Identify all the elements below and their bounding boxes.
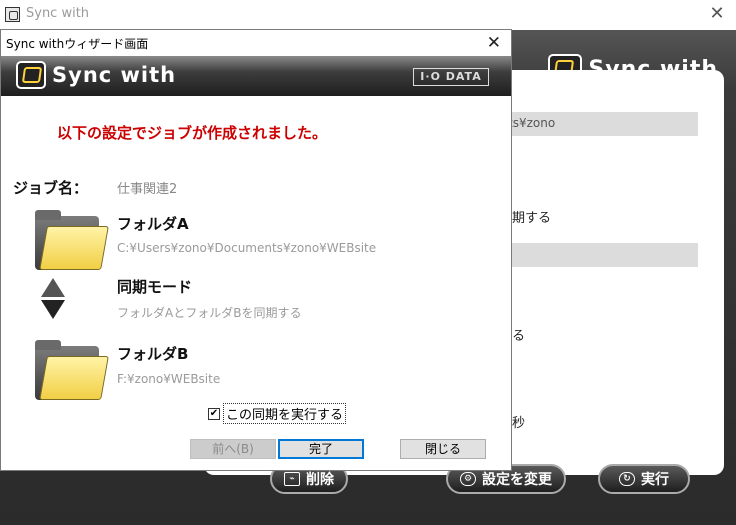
finish-button[interactable]: 完了 bbox=[278, 439, 364, 459]
run-sync-checkbox[interactable]: ✔ bbox=[208, 407, 220, 420]
job-name-label: ジョブ名： bbox=[13, 179, 89, 197]
sync-mode-title: 同期モード bbox=[117, 278, 193, 296]
folder-a-title: フォルダA bbox=[117, 215, 189, 233]
delete-button-label: 削除 bbox=[306, 472, 334, 488]
sync-mode-description: フォルダAとフォルダBを同期する bbox=[117, 306, 302, 320]
back-button[interactable]: 前へ(B) bbox=[190, 439, 276, 459]
wizard-logo-text: Sync with bbox=[52, 63, 177, 87]
sync-logo-icon bbox=[16, 61, 46, 89]
folder-b-icon bbox=[35, 340, 109, 404]
wrench-icon: ⚙ bbox=[460, 472, 476, 486]
change-settings-label: 設定を変更 bbox=[482, 472, 552, 488]
folder-a-path: C:¥Users¥zono¥Documents¥zono¥WEBsite bbox=[117, 241, 377, 255]
completion-heading: 以下の設定でジョブが作成されました。 bbox=[57, 124, 328, 142]
execute-button-label: 実行 bbox=[641, 472, 669, 488]
folder-a-icon bbox=[35, 210, 109, 274]
execute-button[interactable]: ↻ 実行 bbox=[598, 464, 690, 494]
folder-b-path: F:¥zono¥WEBsite bbox=[117, 372, 221, 386]
main-window-title: Sync with bbox=[26, 6, 90, 21]
close-button[interactable]: 閉じる bbox=[400, 439, 486, 459]
main-path-fragment: ts¥zono bbox=[508, 116, 556, 130]
main-text-fragment-3: 秒 bbox=[512, 416, 526, 431]
main-close-icon[interactable]: ✕ bbox=[706, 3, 728, 25]
wizard-titlebar: Sync withウィザード画面 ✕ bbox=[1, 30, 511, 56]
main-text-fragment-2: る bbox=[512, 329, 526, 344]
wizard-close-icon[interactable]: ✕ bbox=[487, 31, 501, 55]
folder-b-title: フォルダB bbox=[117, 345, 189, 363]
graph-icon: ⌁ bbox=[284, 472, 300, 486]
iodata-brand: I·O DATA bbox=[413, 68, 489, 86]
job-name-value: 仕事関連2 bbox=[117, 182, 178, 197]
main-titlebar: Sync with ✕ bbox=[0, 0, 736, 30]
app-icon bbox=[5, 7, 20, 22]
main-text-fragment-1: 期する bbox=[512, 211, 552, 226]
run-sync-row[interactable]: ✔ この同期を実行する bbox=[208, 403, 347, 424]
wizard-logo: Sync with bbox=[16, 61, 176, 89]
wizard-dialog: Sync withウィザード画面 ✕ Sync with I·O DATA 以下… bbox=[0, 29, 512, 471]
sync-mode-arrow-icon bbox=[41, 278, 65, 322]
run-sync-label[interactable]: この同期を実行する bbox=[223, 403, 347, 424]
run-icon: ↻ bbox=[619, 472, 635, 486]
wizard-header: Sync with I·O DATA bbox=[1, 56, 511, 96]
wizard-title: Sync withウィザード画面 bbox=[6, 37, 149, 51]
